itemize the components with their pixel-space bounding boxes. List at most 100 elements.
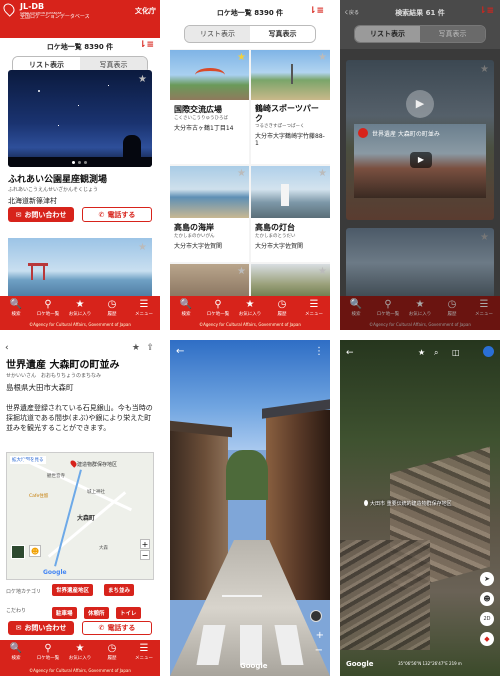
nav-menu[interactable]: ☰ メニュー	[469, 299, 499, 317]
copyright: ©Agency for Cultural Affairs, Government…	[199, 322, 301, 327]
nav-favorites[interactable]: ★ お気に入り	[65, 643, 95, 661]
favorite-star-icon[interactable]: ★	[318, 168, 327, 179]
grid-photo-1[interactable]: ★	[170, 50, 249, 100]
nav-search[interactable]: 🔍 検索	[341, 299, 371, 317]
pin-icon: ⚲	[214, 299, 222, 310]
grid-photo-4[interactable]: ★	[251, 166, 330, 218]
star-icon[interactable]: ★	[418, 348, 425, 357]
channel-avatar	[358, 128, 368, 138]
nav-locations[interactable]: ⚲ ロケ地一覧	[203, 299, 233, 317]
page-title: 検索結果 61 件	[395, 9, 445, 17]
star-icon[interactable]: ★	[132, 343, 140, 353]
nav-menu[interactable]: ☰ メニュー	[129, 643, 159, 661]
back-arrow-icon[interactable]: ←	[346, 348, 354, 358]
nav-history[interactable]: ◷ 履歴	[437, 299, 467, 317]
nav-favorites[interactable]: ★ お気に入り	[235, 299, 265, 317]
nav-history[interactable]: ◷ 履歴	[97, 299, 127, 317]
tag-parking[interactable]: 駐車場	[52, 607, 77, 619]
view-tabs: リスト表示 写真表示	[184, 25, 316, 43]
back-link[interactable]: く戻る	[344, 9, 359, 16]
sort-icon[interactable]: ⇂≡	[309, 6, 324, 16]
zoom-out-button[interactable]: −	[315, 645, 323, 656]
map-widget[interactable]: 拡大地図を見る 建造物群保存地区 観世音寺 Cafe住留 城上神社 大森町 大森…	[6, 452, 154, 580]
share-icon[interactable]: ⇪	[146, 343, 154, 353]
grid-photo-6[interactable]: ★	[251, 264, 330, 298]
grid-photo-3[interactable]: ★	[170, 166, 249, 218]
layers-icon[interactable]: ◫	[452, 348, 460, 357]
video-play-icon[interactable]: ▶	[410, 152, 432, 168]
tag-rest-area[interactable]: 休憩所	[84, 607, 109, 619]
back-icon[interactable]: ‹	[5, 343, 9, 353]
play-icon[interactable]: ▶	[406, 90, 434, 118]
call-button[interactable]: ✆ 電話する	[82, 621, 152, 635]
favorite-star-icon[interactable]: ★	[237, 168, 246, 179]
star-icon: ★	[245, 299, 255, 310]
nav-history[interactable]: ◷ 履歴	[267, 299, 297, 317]
grid-photo-5[interactable]: ★	[170, 264, 249, 298]
panel-satellite-view: ← ★ ⌕ ◫ 大田市 重要伝統的建造物群保存地区 ➤ ☻ 2D ◆ Googl…	[340, 340, 500, 676]
detail-address: 島根県大田市大森町	[6, 383, 74, 392]
nav-locations[interactable]: ⚲ ロケ地一覧	[373, 299, 403, 317]
compass-icon[interactable]	[310, 610, 322, 622]
nav-history[interactable]: ◷ 履歴	[97, 643, 127, 661]
nav-locations[interactable]: ⚲ ロケ地一覧	[33, 299, 63, 317]
tag-toilet[interactable]: トイレ	[116, 607, 141, 619]
zoom-in-button[interactable]: +	[316, 630, 324, 641]
hills	[226, 450, 268, 500]
nav-search[interactable]: 🔍 検索	[1, 299, 31, 317]
location-photo-2: ★	[8, 238, 152, 298]
history-icon: ◷	[277, 299, 287, 310]
nav-locations[interactable]: ⚲ ロケ地一覧	[33, 643, 63, 661]
satellite-thumb[interactable]	[11, 545, 25, 559]
search-icon[interactable]: ⌕	[434, 348, 438, 358]
grid-photo-2[interactable]: ★	[251, 50, 330, 100]
call-button[interactable]: ✆ 電話する	[82, 207, 152, 222]
nav-search[interactable]: 🔍 検索	[171, 299, 201, 317]
tag-townscape[interactable]: まち並み	[104, 584, 135, 596]
favorite-star-icon[interactable]: ★	[480, 64, 489, 75]
favorite-star-icon[interactable]: ★	[480, 232, 489, 243]
favorite-star-icon[interactable]: ★	[318, 52, 327, 63]
tab-list[interactable]: リスト表示	[185, 26, 250, 42]
panel-photo-view: ロケ地一覧 8390 件 ⇂≡ リスト表示 写真表示 ★ ★ 国際交流広場 こく…	[170, 0, 330, 330]
user-avatar[interactable]	[483, 346, 494, 357]
history-icon: ◷	[107, 643, 117, 654]
star-icon: ★	[75, 299, 85, 310]
contact-button[interactable]: ✉ お問い合わせ	[8, 621, 74, 635]
compass-icon[interactable]: ◆	[480, 632, 494, 646]
zoom-in-button[interactable]: +	[140, 539, 150, 549]
zoom-out-button[interactable]: −	[140, 550, 150, 560]
tab-photo[interactable]: 写真表示	[420, 26, 485, 42]
nav-favorites[interactable]: ★ お気に入り	[405, 299, 435, 317]
tag-world-heritage[interactable]: 世界遺産地区	[52, 584, 94, 596]
favorite-star-icon[interactable]: ★	[237, 266, 246, 277]
favorite-star-icon[interactable]: ★	[318, 266, 327, 277]
video-title: 世界遺産 大森町の町並み	[372, 131, 440, 138]
google-logo: Google	[346, 660, 374, 668]
more-icon[interactable]: ⋮	[314, 346, 324, 357]
tab-list[interactable]: リスト表示	[355, 26, 420, 42]
nav-menu[interactable]: ☰ メニュー	[299, 299, 329, 317]
favorite-star-icon[interactable]: ★	[138, 74, 147, 85]
street-view-button[interactable]: ☻	[480, 592, 494, 606]
back-arrow-icon[interactable]: ←	[176, 346, 184, 357]
locate-button[interactable]: ➤	[480, 572, 494, 586]
panel-detail-view: ‹ ★ ⇪ 世界遺産 大森町の町並み せかいいさん おおもりちょうのまちなみ 島…	[0, 340, 160, 676]
grid-item-kana: たかしまのかいがん	[174, 234, 215, 239]
favorite-star-icon[interactable]: ★	[237, 52, 246, 63]
tab-photo[interactable]: 写真表示	[250, 26, 315, 42]
nav-favorites[interactable]: ★ お気に入り	[65, 299, 95, 317]
2d-toggle-button[interactable]: 2D	[480, 612, 494, 626]
sort-icon[interactable]: ⇂≡	[139, 40, 154, 50]
nav-menu[interactable]: ☰ メニュー	[129, 299, 159, 317]
nav-search[interactable]: 🔍 検索	[1, 643, 31, 661]
streetview-pegman-icon[interactable]: ☻	[29, 545, 41, 557]
card-kana: ふれあいこうえんせいざかんそくじょう	[8, 187, 99, 193]
favorite-star-icon[interactable]: ★	[138, 242, 147, 253]
sort-icon[interactable]: ⇂≡	[479, 6, 494, 16]
contact-button[interactable]: ✉ お問い合わせ	[8, 207, 74, 222]
kodawari-label: こだわり	[6, 608, 27, 614]
page-title: ロケ地一覧 8390 件	[46, 43, 114, 51]
video-player[interactable]: 世界遺産 大森町の町並み ▶	[354, 124, 486, 198]
pin-icon: ⚲	[44, 643, 52, 654]
